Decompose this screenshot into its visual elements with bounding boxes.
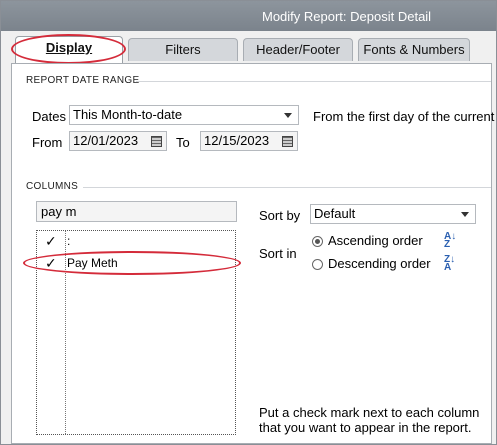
list-item[interactable]: ✓ : (37, 231, 235, 252)
dates-label-text: Dates (32, 109, 66, 124)
tab-header-footer-label: Header/Footer (256, 42, 340, 57)
sort-za-icon[interactable]: Z↓ A (444, 255, 455, 273)
descending-label[interactable]: Descending order (328, 256, 431, 271)
modify-report-window: Modify Report: Deposit Detail Display Fi… (0, 0, 497, 445)
columns-section-title: COLUMNS (26, 181, 79, 192)
sort-az-icon[interactable]: A↓ Z (444, 232, 456, 250)
to-label: To (176, 135, 190, 150)
pay-meth-highlight (23, 251, 241, 275)
dates-dropdown-value: This Month-to-date (73, 107, 183, 122)
window-title: Modify Report: Deposit Detail (262, 9, 432, 24)
column-search-input[interactable]: pay m (36, 201, 237, 222)
tab-fonts-numbers-label: Fonts & Numbers (363, 42, 465, 57)
help-text-line2: that you want to appear in the report. (259, 420, 472, 435)
tab-filters[interactable]: Filters (128, 38, 238, 61)
dates-label: Dates (32, 109, 66, 124)
checkmark-icon[interactable]: ✓ (45, 233, 57, 250)
sort-by-dropdown[interactable]: Default (310, 204, 476, 224)
ascending-radio[interactable] (312, 236, 323, 247)
tab-header-footer[interactable]: Header/Footer (243, 38, 353, 61)
date-range-description: From the first day of the current m (313, 109, 497, 124)
tab-filters-label: Filters (165, 42, 201, 57)
to-date-value: 12/15/2023 (204, 133, 270, 148)
help-text-line1: Put a check mark next to each column (259, 405, 480, 420)
from-label: From (32, 135, 63, 150)
chevron-down-icon (284, 113, 292, 118)
from-date-value: 12/01/2023 (73, 133, 139, 148)
columns-divider (83, 187, 491, 188)
chevron-down-icon (461, 212, 469, 217)
sort-by-value: Default (314, 206, 356, 221)
ascending-label[interactable]: Ascending order (328, 233, 423, 248)
dates-dropdown[interactable]: This Month-to-date (69, 105, 299, 125)
list-item-label: : (67, 234, 71, 248)
date-range-divider (136, 81, 491, 82)
calendar-icon[interactable] (151, 136, 162, 147)
date-range-section-title: REPORT DATE RANGE (26, 75, 140, 86)
display-tab-highlight (11, 34, 126, 64)
calendar-icon[interactable] (282, 136, 293, 147)
tab-fonts-numbers[interactable]: Fonts & Numbers (358, 38, 470, 61)
descending-radio[interactable] (312, 259, 323, 270)
sort-by-label: Sort by (259, 208, 301, 223)
sort-in-label: Sort in (259, 246, 297, 261)
to-date-field[interactable]: 12/15/2023 (200, 131, 298, 151)
title-bar: Modify Report: Deposit Detail (1, 1, 496, 31)
from-date-field[interactable]: 12/01/2023 (69, 131, 167, 151)
